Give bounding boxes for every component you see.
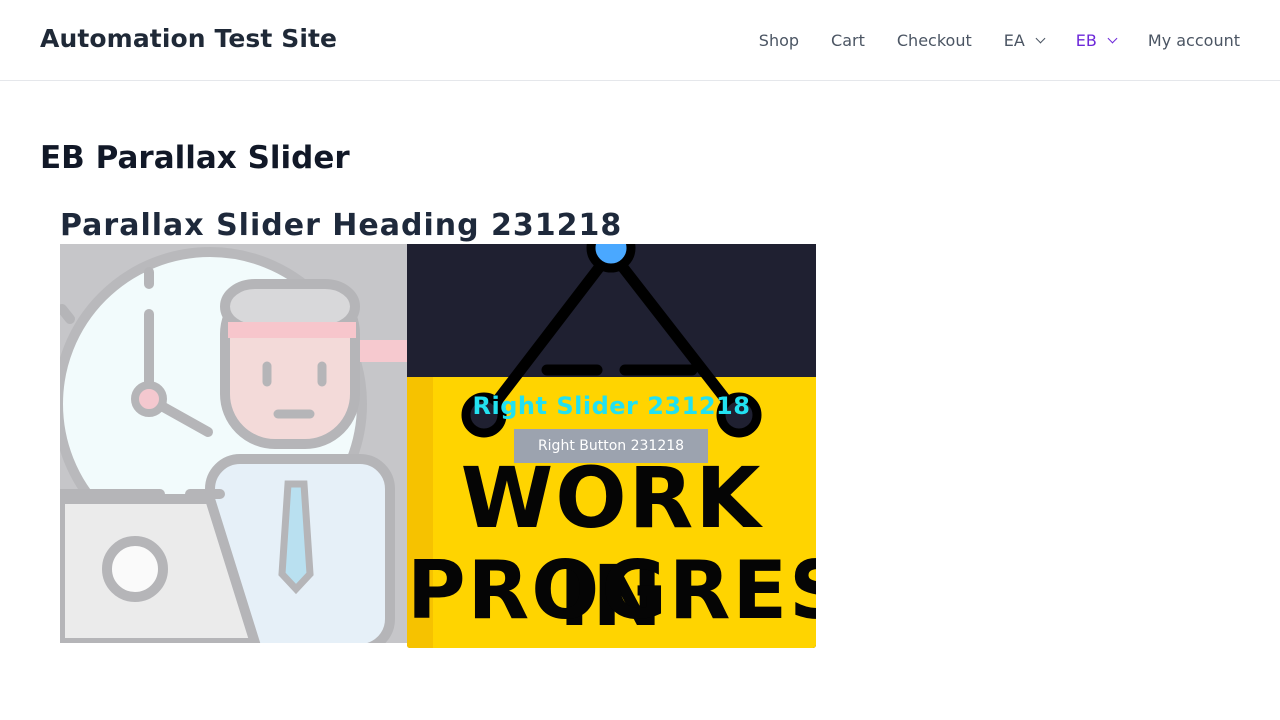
- left-slide-image: [60, 244, 407, 643]
- right-slider-button[interactable]: Right Button 231218: [514, 429, 708, 463]
- main-nav: Shop Cart Checkout EA EB My account: [727, 0, 1240, 80]
- sign-text-line2: PROGRESS: [407, 544, 816, 637]
- right-slide: WORK IN PROGRESS Right Slider 231218 Rig…: [407, 244, 816, 648]
- nav-item-ea-label: EA: [1003, 30, 1025, 50]
- page-title: EB Parallax Slider: [40, 140, 350, 176]
- nav-item-my-account[interactable]: My account: [1148, 31, 1240, 50]
- nav-item-cart[interactable]: Cart: [831, 31, 865, 50]
- chevron-down-icon: [1035, 33, 1046, 43]
- slider-heading: Parallax Slider Heading 231218: [60, 208, 623, 243]
- nav-item-checkout[interactable]: Checkout: [897, 31, 972, 50]
- right-slider-title: Right Slider 231218: [472, 392, 751, 420]
- office-worker-illustration: [60, 244, 407, 643]
- site-title-link[interactable]: Automation Test Site: [40, 24, 337, 53]
- chevron-down-icon: [1107, 33, 1118, 43]
- nav-item-shop[interactable]: Shop: [759, 31, 799, 50]
- nav-item-ea[interactable]: EA: [1003, 30, 1046, 50]
- site-header: Automation Test Site Shop Cart Checkout …: [0, 0, 1280, 81]
- nav-item-eb-label: EB: [1075, 30, 1097, 50]
- nav-item-eb[interactable]: EB: [1075, 30, 1118, 50]
